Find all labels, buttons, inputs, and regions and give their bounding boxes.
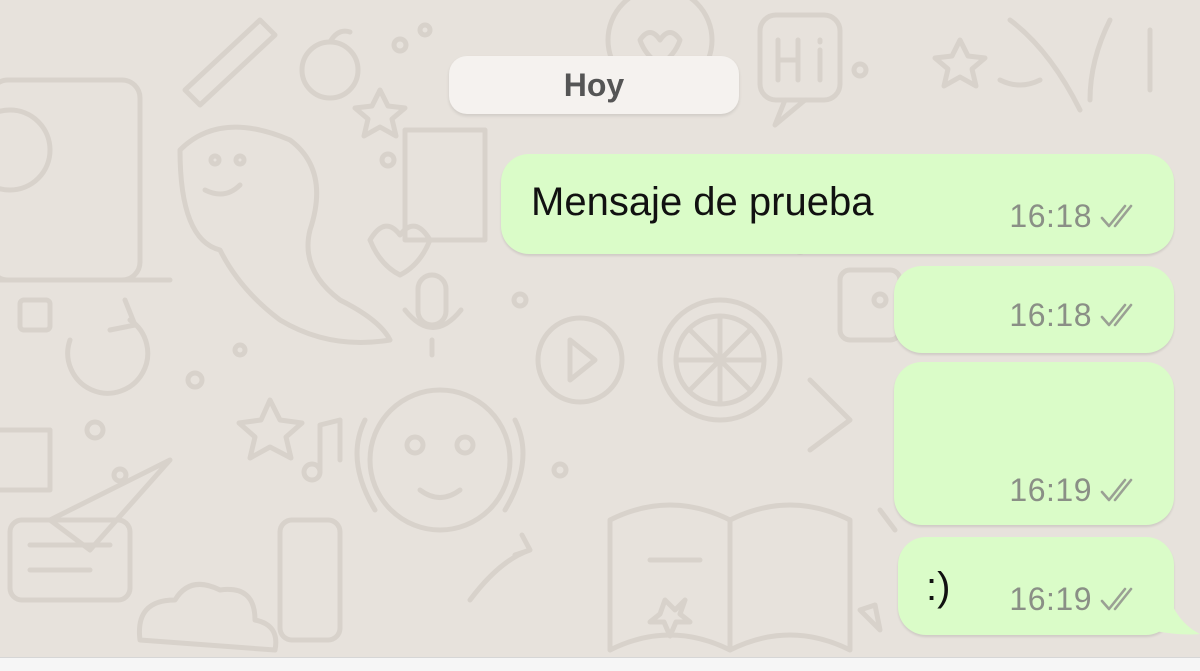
message-text: :) — [926, 565, 951, 609]
double-check-icon — [1100, 303, 1133, 326]
message-text: Mensaje de prueba — [531, 180, 874, 224]
message-bubble[interactable]: 16:18 — [894, 266, 1174, 353]
message-bubble[interactable]: :) 16:19 — [898, 537, 1174, 635]
message-bubble[interactable]: 16:19 — [894, 362, 1174, 525]
bubble-tail — [1150, 580, 1200, 635]
double-check-icon — [1100, 204, 1133, 227]
date-separator-label: Hoy — [563, 66, 625, 103]
message-meta: 16:19 — [1009, 581, 1144, 618]
input-bar-edge — [0, 657, 1200, 671]
message-meta: 16:18 — [1009, 198, 1144, 235]
message-meta: 16:18 — [1009, 297, 1144, 334]
message-time: 16:19 — [1009, 472, 1092, 508]
message-bubble[interactable]: Mensaje de prueba 16:18 — [501, 154, 1174, 254]
message-time: 16:18 — [1009, 198, 1092, 234]
message-time: 16:18 — [1009, 297, 1092, 333]
double-check-icon — [1100, 587, 1133, 610]
date-separator: Hoy — [449, 56, 739, 114]
message-meta: 16:19 — [1009, 472, 1144, 509]
double-check-icon — [1100, 478, 1133, 501]
message-time: 16:19 — [1009, 581, 1092, 617]
